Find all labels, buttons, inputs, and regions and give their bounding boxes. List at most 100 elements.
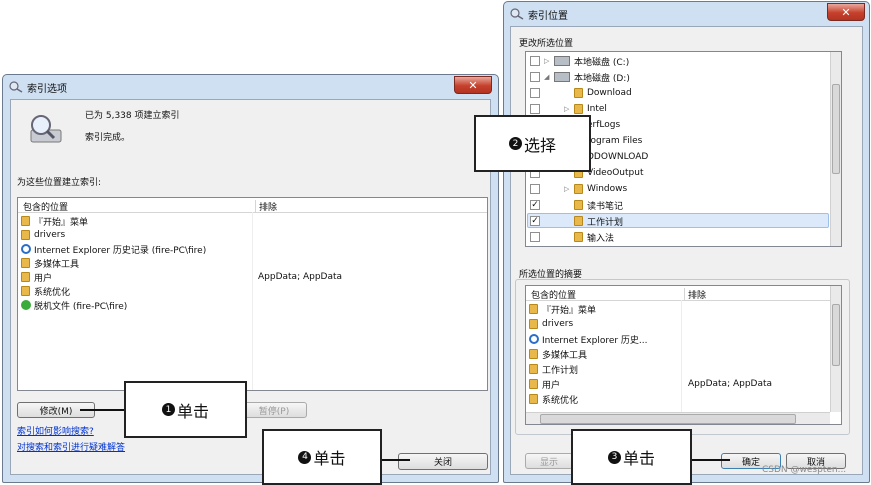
folder-icon bbox=[529, 394, 538, 404]
list-item[interactable]: 系统优化 bbox=[21, 284, 70, 298]
checkbox[interactable] bbox=[530, 56, 540, 66]
item-label: 多媒体工具 bbox=[34, 259, 80, 270]
callout-4: 4 单击 bbox=[262, 429, 382, 485]
list-item[interactable]: 多媒体工具 bbox=[21, 256, 79, 270]
list-item[interactable]: Internet Explorer 历史记录 (fire-PC\fire) bbox=[21, 242, 206, 256]
list-item[interactable]: 工作计划 bbox=[529, 362, 578, 376]
tree-label: Windows bbox=[587, 184, 628, 194]
list-item[interactable]: drivers bbox=[529, 317, 573, 331]
folder-icon bbox=[529, 319, 538, 329]
tree-label: 工作计划 bbox=[587, 217, 624, 228]
scrollbar-thumb[interactable] bbox=[540, 414, 796, 424]
vertical-scrollbar[interactable] bbox=[830, 52, 841, 246]
folder-icon bbox=[529, 349, 538, 359]
callout-text: 单击 bbox=[313, 449, 346, 468]
item-label: 用户 bbox=[542, 380, 561, 391]
tree-item[interactable]: ◢ 本地磁盘 (D:) bbox=[530, 70, 630, 84]
expand-arrow-icon[interactable]: ▷ bbox=[544, 57, 554, 65]
scrollbar-thumb[interactable] bbox=[832, 304, 840, 366]
list-item[interactable]: 多媒体工具 bbox=[529, 347, 587, 361]
index-locations-list[interactable]: 包含的位置 排除 『开始』菜单 drivers Internet Explore… bbox=[17, 197, 488, 391]
folder-icon bbox=[574, 88, 583, 98]
callout-number: 1 bbox=[161, 403, 175, 416]
callout-number: 4 bbox=[298, 450, 312, 464]
vertical-scrollbar[interactable] bbox=[830, 286, 841, 412]
item-label: Internet Explorer 历史记录 (fire-PC\fire) bbox=[34, 245, 207, 256]
expand-arrow-icon[interactable]: ▷ bbox=[564, 105, 574, 113]
checkbox[interactable] bbox=[530, 232, 540, 242]
tree-label: 输入法 bbox=[587, 233, 615, 244]
item-label: 『开始』菜单 bbox=[542, 305, 597, 316]
checkbox[interactable] bbox=[530, 72, 540, 82]
list-item[interactable]: 用户 bbox=[529, 377, 560, 391]
scrollbar-thumb[interactable] bbox=[832, 84, 840, 174]
list-item[interactable]: Internet Explorer 历史... bbox=[529, 332, 648, 346]
tree-label: 读书笔记 bbox=[587, 201, 624, 212]
callout-pointer bbox=[380, 459, 410, 461]
list-item[interactable]: 系统优化 bbox=[529, 392, 578, 406]
checkbox-checked[interactable]: ✓ bbox=[530, 200, 540, 210]
folder-icon bbox=[574, 184, 583, 194]
checkbox[interactable] bbox=[530, 88, 540, 98]
tree-label: 本地磁盘 (D:) bbox=[574, 73, 630, 84]
folder-icon bbox=[529, 364, 538, 374]
folder-icon bbox=[574, 104, 583, 114]
tree-item[interactable]: ▷ Windows bbox=[530, 182, 627, 196]
close-button[interactable]: 关闭 bbox=[398, 453, 488, 470]
list-item[interactable]: 『开始』菜单 bbox=[529, 302, 596, 316]
horizontal-scrollbar[interactable] bbox=[526, 412, 830, 424]
col-excluded[interactable]: 排除 bbox=[684, 288, 706, 301]
callout-pointer bbox=[80, 409, 126, 411]
ie-icon bbox=[529, 334, 539, 344]
change-locations-label: 更改所选位置 bbox=[519, 39, 574, 49]
window-title: 索引位置 bbox=[528, 10, 568, 22]
close-window-button[interactable]: ✕ bbox=[827, 3, 865, 21]
folder-icon bbox=[529, 304, 538, 314]
checkbox-checked[interactable]: ✓ bbox=[530, 216, 540, 226]
item-label: 脱机文件 (fire-PC\fire) bbox=[34, 301, 128, 312]
checkbox[interactable] bbox=[530, 184, 540, 194]
list-item[interactable]: 『开始』菜单 bbox=[21, 214, 88, 228]
tree-label: Download bbox=[587, 88, 632, 98]
callout-text: 单击 bbox=[176, 401, 209, 421]
magnifier-icon bbox=[9, 81, 23, 93]
col-included[interactable]: 包含的位置 bbox=[23, 200, 68, 213]
show-all-locations-button[interactable]: 显示 bbox=[525, 453, 573, 469]
drive-icon bbox=[554, 56, 570, 66]
checkbox[interactable] bbox=[530, 104, 540, 114]
folder-icon bbox=[574, 232, 583, 242]
folder-icon bbox=[574, 200, 583, 210]
watermark: CSDN @wespten... bbox=[762, 465, 847, 475]
list-item[interactable]: 用户 bbox=[21, 270, 52, 284]
col-excluded[interactable]: 排除 bbox=[255, 200, 277, 213]
drive-icon bbox=[554, 72, 570, 82]
tree-label: erfLogs bbox=[587, 120, 621, 130]
expand-arrow-icon[interactable]: ▷ bbox=[564, 185, 574, 193]
callout-text: 单击 bbox=[622, 449, 655, 468]
col-included[interactable]: 包含的位置 bbox=[531, 288, 576, 301]
column-divider bbox=[252, 212, 253, 390]
callout-1: 1 单击 bbox=[124, 381, 247, 438]
tree-item[interactable]: Download bbox=[530, 86, 632, 100]
list-item[interactable]: 脱机文件 (fire-PC\fire) bbox=[21, 298, 127, 312]
item-label: 系统优化 bbox=[34, 287, 71, 298]
collapse-arrow-icon[interactable]: ◢ bbox=[544, 73, 554, 81]
tree-item[interactable]: ▷ Intel bbox=[530, 102, 607, 116]
tree-label: rogram Files bbox=[587, 136, 643, 146]
list-item[interactable]: drivers bbox=[21, 228, 65, 242]
pause-button[interactable]: 暂停(P) bbox=[241, 402, 307, 418]
help-link-indexing[interactable]: 索引如何影响搜索? bbox=[17, 424, 94, 437]
tree-item[interactable]: ✓ 读书笔记 bbox=[530, 198, 623, 212]
tree-item[interactable]: 输入法 bbox=[530, 230, 614, 244]
callout-3: 3 单击 bbox=[571, 429, 692, 485]
close-window-button[interactable]: ✕ bbox=[454, 76, 492, 94]
troubleshoot-link[interactable]: 对搜索和索引进行疑难解答 bbox=[17, 440, 125, 453]
folder-icon bbox=[21, 216, 30, 226]
callout-number: 2 bbox=[508, 137, 522, 150]
tree-item[interactable]: ▷ 本地磁盘 (C:) bbox=[530, 54, 629, 68]
title-bar: 索引选项 bbox=[3, 75, 498, 99]
indexed-count: 已为 5,338 项建立索引 bbox=[85, 111, 180, 121]
folder-icon bbox=[529, 379, 538, 389]
summary-list[interactable]: 包含的位置 排除 『开始』菜单 drivers Internet Explore… bbox=[525, 285, 842, 425]
tree-item-selected[interactable]: ✓ 工作计划 bbox=[530, 214, 623, 228]
